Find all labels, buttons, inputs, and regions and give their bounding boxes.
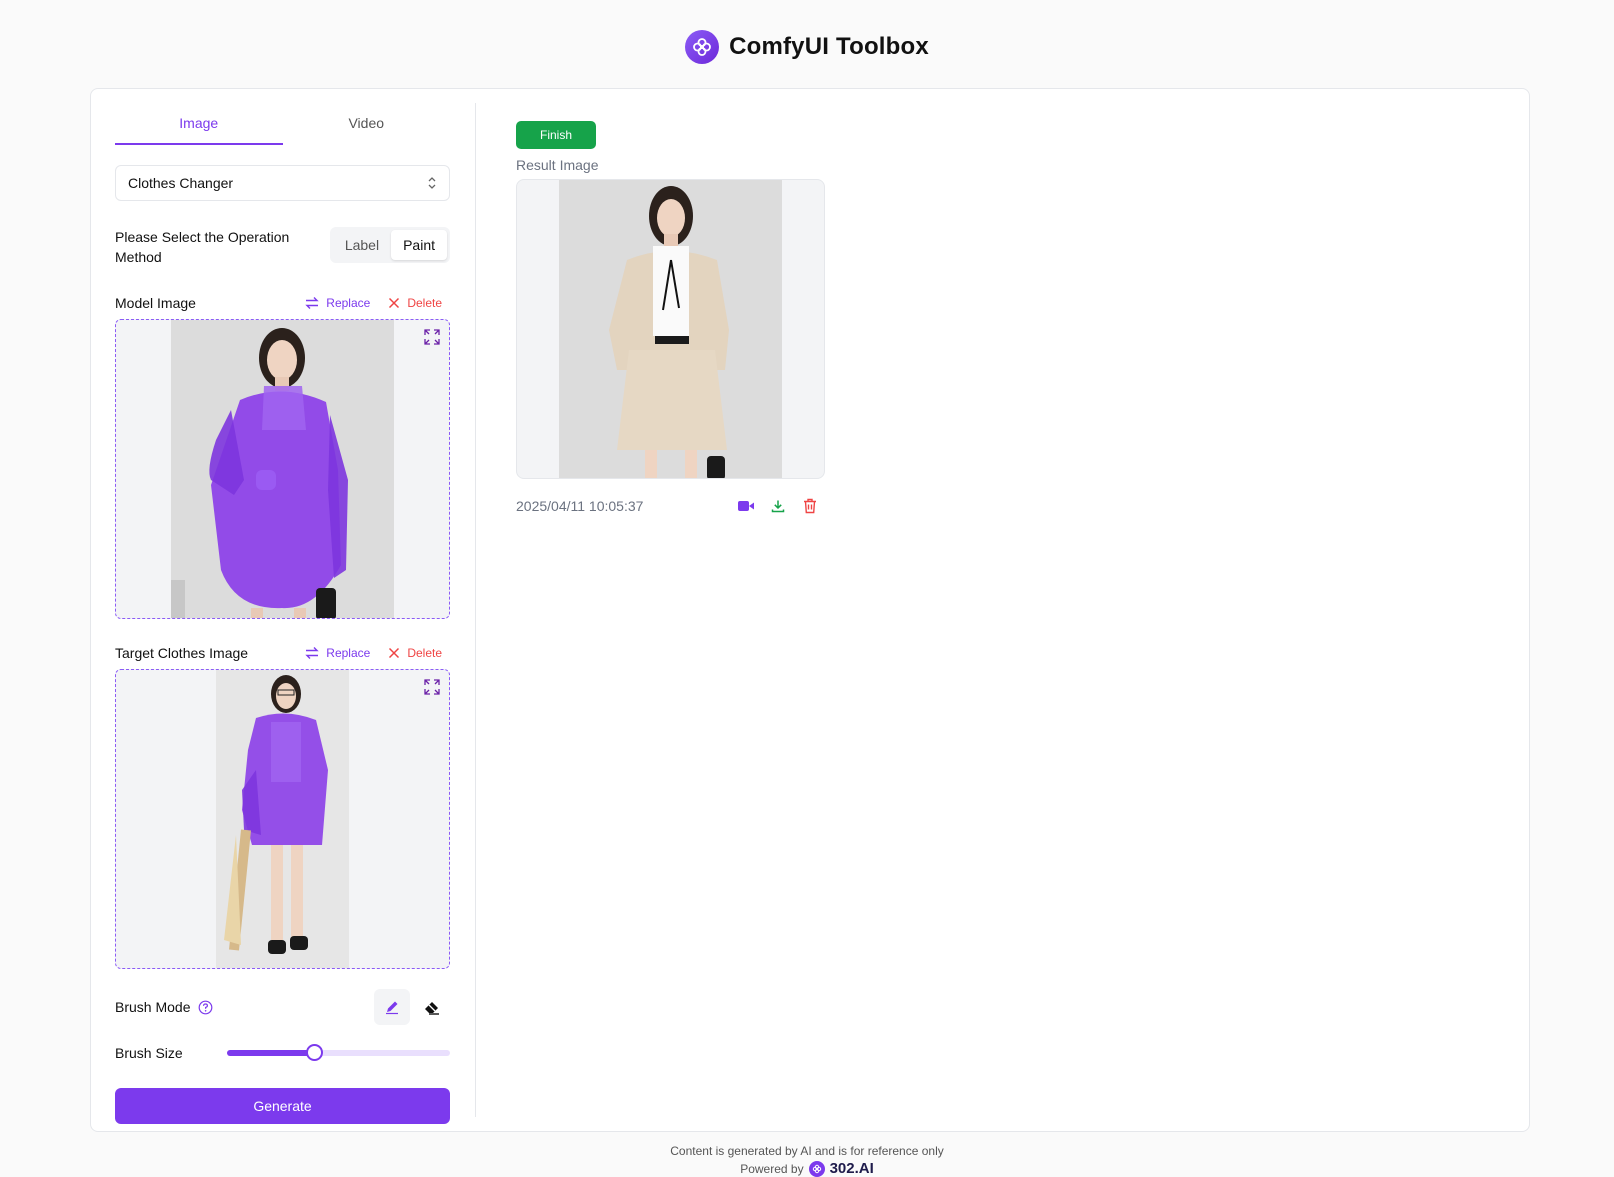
- model-image-actions: Replace Delete: [305, 296, 450, 310]
- brush-mode-row: Brush Mode: [115, 989, 450, 1025]
- tool-select[interactable]: Clothes Changer: [115, 165, 450, 201]
- panel-divider: [475, 103, 476, 1117]
- swap-icon: [305, 647, 319, 659]
- result-image[interactable]: [516, 179, 825, 479]
- label-option[interactable]: Label: [333, 230, 391, 260]
- target-image-canvas[interactable]: [115, 669, 450, 969]
- mode-tabs: Image Video: [115, 105, 451, 145]
- target-image-actions: Replace Delete: [305, 646, 450, 660]
- brand-logo-icon: [808, 1161, 825, 1177]
- model-image-header: Model Image Replace Delete: [115, 293, 450, 313]
- main-card: Image Video Clothes Changer Please Selec…: [90, 88, 1530, 1132]
- brush-size-slider[interactable]: [227, 1044, 450, 1061]
- powered-by-label: Powered by: [740, 1162, 804, 1176]
- brush-mode-label: Brush Mode: [115, 999, 191, 1015]
- pencil-icon: [386, 1001, 398, 1015]
- eraser-tool-button[interactable]: [414, 989, 450, 1025]
- target-image-section: Target Clothes Image Replace Delete: [115, 643, 450, 969]
- target-image-title: Target Clothes Image: [115, 645, 249, 661]
- app-header: ComfyUI Toolbox: [0, 30, 1614, 64]
- expand-icon[interactable]: [423, 678, 441, 696]
- brush-size-label: Brush Size: [115, 1045, 183, 1061]
- model-replace-button[interactable]: Replace: [305, 296, 370, 310]
- brush-size-fill: [227, 1050, 314, 1056]
- footer-disclaimer: Content is generated by AI and is for re…: [670, 1144, 944, 1158]
- result-meta: 2025/04/11 10:05:37: [516, 497, 825, 515]
- brush-size-row: Brush Size: [115, 1038, 450, 1068]
- chevron-up-down-icon: [428, 177, 436, 189]
- download-icon[interactable]: [769, 497, 787, 515]
- help-icon[interactable]: [198, 1000, 213, 1015]
- generate-button[interactable]: Generate: [115, 1088, 450, 1124]
- model-delete-label: Delete: [407, 296, 442, 310]
- brush-mode-label-wrap: Brush Mode: [115, 999, 213, 1015]
- close-icon: [389, 647, 400, 659]
- close-icon: [389, 297, 400, 309]
- brand-name[interactable]: 302.AI: [830, 1160, 874, 1177]
- target-photo: [216, 670, 349, 968]
- operation-method-label: Please Select the Operation Method: [115, 229, 290, 265]
- target-replace-button[interactable]: Replace: [305, 646, 370, 660]
- clover-logo-icon: [685, 30, 720, 64]
- result-timestamp: 2025/04/11 10:05:37: [516, 498, 644, 514]
- result-actions: [737, 497, 825, 515]
- model-photo: [171, 320, 394, 618]
- model-image-canvas[interactable]: [115, 319, 450, 619]
- model-delete-button[interactable]: Delete: [388, 296, 442, 310]
- tool-select-value: Clothes Changer: [128, 175, 234, 191]
- footer: Content is generated by AI and is for re…: [0, 1142, 1614, 1177]
- model-replace-label: Replace: [326, 296, 371, 310]
- operation-method-row: Please Select the Operation Method Label…: [115, 227, 450, 267]
- target-image-header: Target Clothes Image Replace Delete: [115, 643, 450, 663]
- paint-option[interactable]: Paint: [391, 230, 447, 260]
- model-image-title: Model Image: [115, 295, 196, 311]
- trash-icon[interactable]: [801, 497, 819, 515]
- tab-image[interactable]: Image: [115, 105, 283, 145]
- expand-icon[interactable]: [423, 328, 441, 346]
- result-panel: Finish Result Image 2025/04/11 10:05:37: [516, 121, 825, 515]
- operation-method-toggle: Label Paint: [329, 227, 450, 263]
- result-image-title: Result Image: [516, 157, 599, 173]
- target-delete-label: Delete: [407, 646, 442, 660]
- swap-icon: [305, 297, 319, 309]
- eraser-icon: [425, 1002, 439, 1015]
- tab-video[interactable]: Video: [283, 105, 451, 141]
- result-photo: [559, 180, 782, 478]
- settings-panel: Image Video Clothes Changer Please Selec…: [115, 105, 450, 1124]
- brush-tools: [374, 989, 450, 1025]
- target-replace-label: Replace: [326, 646, 371, 660]
- video-icon[interactable]: [737, 497, 755, 515]
- pencil-tool-button[interactable]: [374, 989, 410, 1025]
- powered-by: Powered by 302.AI: [0, 1160, 1614, 1177]
- app-title: ComfyUI Toolbox: [729, 33, 929, 60]
- target-delete-button[interactable]: Delete: [388, 646, 442, 660]
- brush-size-thumb[interactable]: [305, 1044, 323, 1061]
- model-image-section: Model Image Replace Delete: [115, 293, 450, 619]
- finish-status-button[interactable]: Finish: [516, 121, 596, 149]
